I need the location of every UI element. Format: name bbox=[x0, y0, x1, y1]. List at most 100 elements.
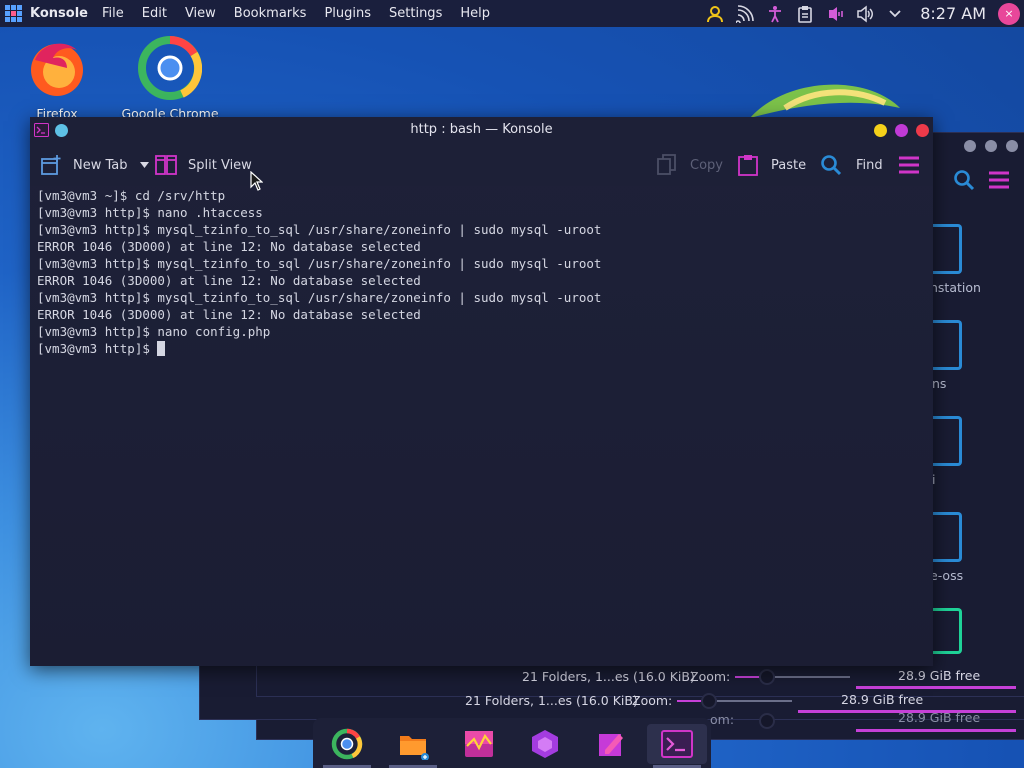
title-bar[interactable]: http : bash — Konsole bbox=[30, 117, 933, 144]
terminal-prompt-line[interactable]: [vm3@vm3 http]$ bbox=[37, 340, 927, 357]
microphone-icon[interactable] bbox=[824, 4, 846, 24]
place-label: e-oss bbox=[930, 568, 964, 583]
paste-button[interactable]: Paste bbox=[738, 144, 806, 186]
system-tray: 8:27 AM × bbox=[704, 0, 1024, 27]
status-bar-text: 21 Folders, 1...es (16.0 KiB) bbox=[465, 693, 638, 708]
terminal-line: [vm3@vm3 http]$ nano config.php bbox=[37, 324, 271, 339]
find-button[interactable]: Find bbox=[820, 144, 883, 186]
desktop-icon-chrome[interactable]: Google Chrome bbox=[120, 36, 220, 121]
zoom-slider-handle[interactable] bbox=[759, 669, 775, 685]
copy-icon bbox=[657, 154, 676, 175]
task-chrome[interactable] bbox=[317, 724, 377, 768]
folder-icon[interactable] bbox=[928, 416, 962, 466]
maximize-button[interactable] bbox=[895, 124, 908, 137]
window-maximize-button[interactable] bbox=[985, 140, 997, 152]
konsole-window[interactable]: http : bash — Konsole New Tab Split View… bbox=[30, 117, 933, 666]
copy-button[interactable]: Copy bbox=[657, 144, 723, 186]
new-tab-button[interactable]: New Tab bbox=[40, 144, 149, 186]
close-button[interactable] bbox=[916, 124, 929, 137]
minimize-button[interactable] bbox=[874, 124, 887, 137]
zoom-slider[interactable] bbox=[677, 700, 792, 702]
terminal-line: [vm3@vm3 ~]$ cd /srv/http bbox=[37, 188, 226, 203]
menu-help[interactable]: Help bbox=[460, 6, 490, 21]
paste-label: Paste bbox=[771, 157, 807, 173]
new-tab-label: New Tab bbox=[73, 157, 128, 173]
top-panel: Konsole File Edit View Bookmarks Plugins… bbox=[0, 0, 1024, 27]
find-icon bbox=[821, 155, 842, 176]
folder-icon[interactable] bbox=[928, 320, 962, 370]
chrome-icon bbox=[331, 728, 363, 760]
clipboard-icon[interactable] bbox=[794, 4, 816, 24]
free-space-bar bbox=[856, 686, 1016, 689]
hamburger-menu-button[interactable] bbox=[898, 144, 920, 186]
terminal-line: [vm3@vm3 http]$ mysql_tzinfo_to_sql /usr… bbox=[37, 290, 602, 305]
toolbar: New Tab Split View Copy Paste Find bbox=[30, 144, 933, 186]
terminal-line: [vm3@vm3 http]$ mysql_tzinfo_to_sql /usr… bbox=[37, 256, 602, 271]
task-konsole[interactable] bbox=[647, 724, 707, 768]
terminal-line: [vm3@vm3 http]$ nano .htaccess bbox=[37, 205, 263, 220]
firefox-icon bbox=[31, 43, 83, 96]
zoom-slider[interactable] bbox=[735, 676, 850, 678]
kate-icon bbox=[599, 734, 623, 756]
hamburger-menu-icon bbox=[899, 156, 919, 174]
split-view-button[interactable]: Split View bbox=[155, 144, 252, 186]
status-bar-text: 21 Folders, 1...es (16.0 KiB) bbox=[522, 669, 695, 684]
desktop-icon-firefox[interactable]: Firefox bbox=[7, 36, 107, 121]
hamburger-menu-icon[interactable] bbox=[988, 171, 1010, 189]
place-label: nstation bbox=[930, 280, 981, 295]
taskbar bbox=[313, 718, 711, 768]
user-avatar[interactable]: × bbox=[998, 2, 1020, 25]
place-label: ns bbox=[932, 376, 947, 391]
free-space-text: 28.9 GiB free bbox=[898, 710, 981, 725]
task-discover[interactable] bbox=[515, 724, 575, 764]
folder-icon[interactable] bbox=[928, 608, 962, 654]
paste-icon bbox=[738, 155, 758, 176]
folder-icon[interactable] bbox=[928, 512, 962, 562]
chrome-icon bbox=[138, 36, 202, 100]
menu-settings[interactable]: Settings bbox=[389, 6, 442, 21]
zoom-label: om: bbox=[710, 712, 735, 727]
dropdown-arrow-icon[interactable] bbox=[139, 162, 149, 168]
terminal-output[interactable]: [vm3@vm3 ~]$ cd /srv/http [vm3@vm3 http]$… bbox=[37, 187, 927, 657]
terminal-prompt: [vm3@vm3 http]$ bbox=[37, 341, 158, 356]
zoom-slider-handle[interactable] bbox=[701, 693, 717, 709]
clock[interactable]: 8:27 AM bbox=[920, 4, 986, 23]
task-system-monitor[interactable] bbox=[449, 724, 509, 764]
zoom-label: Zoom: bbox=[632, 693, 673, 708]
system-monitor-icon bbox=[465, 731, 493, 757]
chevron-down-icon[interactable] bbox=[884, 4, 906, 24]
volume-icon[interactable] bbox=[854, 4, 876, 24]
menu-view[interactable]: View bbox=[185, 6, 216, 21]
free-space-text: 28.9 GiB free bbox=[898, 668, 981, 683]
copy-label: Copy bbox=[690, 157, 723, 173]
window-minimize-button[interactable] bbox=[964, 140, 976, 152]
mouse-pointer-icon bbox=[250, 171, 263, 191]
zoom-label: Zoom: bbox=[690, 669, 731, 684]
konsole-icon bbox=[661, 730, 693, 758]
menu-edit[interactable]: Edit bbox=[142, 6, 167, 21]
menu-file[interactable]: File bbox=[102, 6, 124, 21]
free-space-text: 28.9 GiB free bbox=[841, 692, 924, 707]
menu-bookmarks[interactable]: Bookmarks bbox=[234, 6, 307, 21]
zoom-slider-handle[interactable] bbox=[759, 713, 775, 729]
app-launcher-button[interactable] bbox=[0, 0, 26, 27]
free-space-bar bbox=[856, 729, 1016, 732]
discover-icon bbox=[532, 730, 558, 758]
active-app-name: Konsole bbox=[30, 6, 88, 21]
user-icon[interactable] bbox=[704, 4, 726, 24]
menu-plugins[interactable]: Plugins bbox=[324, 6, 371, 21]
accessibility-icon[interactable] bbox=[764, 4, 786, 24]
find-label: Find bbox=[856, 157, 883, 173]
search-icon[interactable] bbox=[953, 169, 975, 191]
dolphin-icon bbox=[400, 736, 429, 760]
window-title: http : bash — Konsole bbox=[410, 122, 553, 137]
new-tab-icon bbox=[41, 155, 61, 175]
folder-icon[interactable] bbox=[928, 224, 962, 274]
task-kate[interactable] bbox=[581, 724, 641, 764]
split-view-label: Split View bbox=[188, 157, 252, 173]
task-dolphin[interactable] bbox=[383, 724, 443, 768]
window-close-button[interactable] bbox=[1006, 140, 1018, 152]
terminal-line: ERROR 1046 (3D000) at line 12: No databa… bbox=[37, 307, 421, 322]
network-icon[interactable] bbox=[734, 4, 756, 24]
split-view-icon bbox=[155, 155, 177, 175]
